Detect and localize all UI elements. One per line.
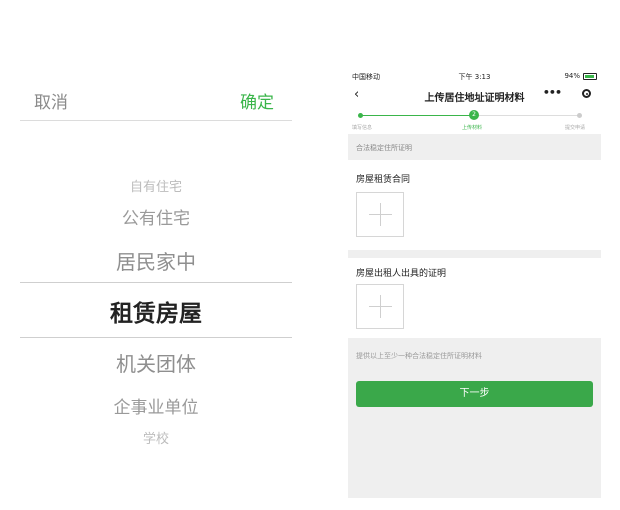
nav-bar: ‹ 上传居住地址证明材料 ••• bbox=[348, 84, 601, 106]
step-label-3: 提交申请 bbox=[565, 125, 586, 131]
step-label-1: 填写信息 bbox=[352, 125, 373, 131]
status-right: 94% bbox=[564, 72, 597, 80]
picker-option[interactable]: 自有住宅 bbox=[20, 176, 292, 195]
status-bar: 中国移动 下午 3:13 94% bbox=[348, 68, 601, 84]
add-photo-button[interactable] bbox=[356, 192, 404, 237]
upload-card-lease: 房屋租赁合同 bbox=[348, 160, 601, 250]
step-track-done bbox=[360, 115, 473, 116]
more-dots-icon[interactable]: ••• bbox=[543, 86, 562, 99]
cancel-button[interactable]: 取消 bbox=[34, 88, 68, 113]
selection-divider-bottom bbox=[20, 337, 292, 338]
picker-option-selected[interactable]: 租赁房屋 bbox=[20, 294, 292, 328]
step-dot-1 bbox=[358, 113, 363, 118]
picker-option[interactable]: 机关团体 bbox=[20, 348, 292, 377]
step-progress: 2 填写信息 上传材料 提交申请 bbox=[348, 106, 601, 134]
picker-option[interactable]: 企事业单位 bbox=[20, 393, 292, 418]
target-icon[interactable] bbox=[582, 89, 591, 98]
picker-toolbar: 取消 确定 bbox=[20, 82, 292, 121]
step-dot-2: 2 bbox=[469, 110, 479, 120]
section-header: 合法稳定住所证明 bbox=[348, 134, 601, 160]
upload-card-title: 房屋租赁合同 bbox=[356, 175, 411, 185]
add-photo-button[interactable] bbox=[356, 284, 404, 329]
confirm-button[interactable]: 确定 bbox=[240, 88, 274, 113]
page-title: 上传居住地址证明材料 bbox=[424, 93, 525, 104]
upload-card-landlord: 房屋出租人出具的证明 bbox=[348, 258, 601, 338]
status-time: 下午 3:13 bbox=[458, 73, 491, 81]
step-dot-3 bbox=[577, 113, 582, 118]
picker-option[interactable]: 学校 bbox=[20, 428, 292, 447]
battery-icon bbox=[583, 72, 597, 80]
next-button[interactable]: 下一步 bbox=[356, 381, 593, 407]
section-header-label: 合法稳定住所证明 bbox=[356, 144, 412, 152]
upload-card-title: 房屋出租人出具的证明 bbox=[356, 269, 447, 279]
selection-divider-top bbox=[20, 282, 292, 283]
hint-text: 提供以上至少一种合法稳定住所证明材料 bbox=[356, 352, 482, 360]
battery-percent: 94% bbox=[564, 72, 580, 80]
picker-panel: 取消 确定 自有住宅 公有住宅 居民家中 租赁房屋 机关团体 企事业单位 学校 bbox=[20, 0, 292, 510]
phone-screen: 中国移动 下午 3:13 94% ‹ 上传居住地址证明材料 ••• 2 填写信息… bbox=[348, 68, 601, 498]
step-label-2: 上传材料 bbox=[462, 125, 483, 131]
picker-option[interactable]: 居民家中 bbox=[20, 246, 292, 275]
picker-option[interactable]: 公有住宅 bbox=[20, 204, 292, 229]
